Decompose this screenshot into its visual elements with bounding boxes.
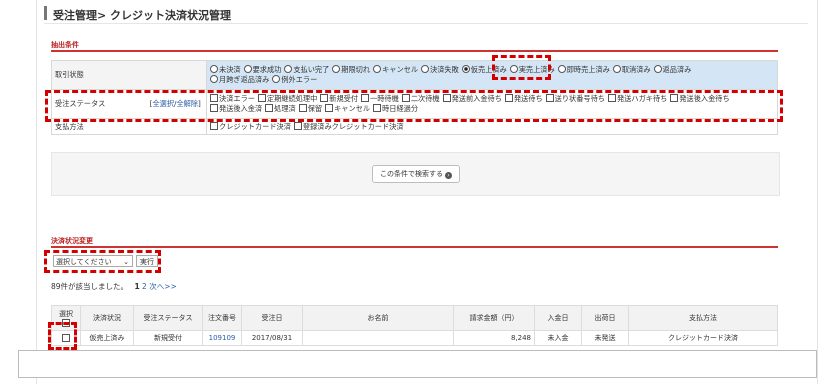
status-option-label: 支払い完了 [293,65,330,74]
status-option[interactable]: 未決済 [210,65,241,74]
header-payment-method: 支払方法 [628,305,778,331]
header-ship-date: 出荷日 [581,305,629,331]
radio-button[interactable] [653,65,662,73]
result-count: 89件が該当しました。 1 2 次へ>> [51,281,177,292]
status-option-label: 例外エラー [281,75,318,84]
bulk-section-divider [51,246,778,248]
highlight-row-checkbox [48,322,77,350]
bulk-section-label: 決済状況変更 [51,237,93,245]
status-option-label: キャンセル [382,65,419,74]
radio-button[interactable] [210,75,218,83]
status-option[interactable]: キャンセル [373,65,418,74]
status-option-label: 期限切れ [341,65,371,74]
payment-option[interactable]: 登録済みクレジットカード決済 [293,121,404,131]
radio-button[interactable] [421,65,430,73]
status-option[interactable]: 月跨ぎ返品済み [210,75,269,84]
header-select-label: 選択 [59,309,73,318]
arrow-right-circle-icon: › [445,172,452,179]
status-option-label: 月跨ぎ返品済み [219,75,270,84]
status-option-label: 決済失敗 [430,65,459,74]
status-option-label: 要求成功 [252,65,282,74]
header-payment-status: 決済状況 [80,305,134,331]
status-option[interactable]: 例外エラー [272,75,317,84]
radio-button[interactable] [461,65,470,73]
page-title: 受注管理> クレジット決済状況管理 [53,9,232,22]
result-count-text: 89件が該当しました。 [51,282,129,291]
cell-paid: 未入金 [534,330,582,346]
page-link-2[interactable]: 2 [142,282,147,291]
radio-button[interactable] [557,65,566,73]
cell-name [302,330,454,346]
status-option[interactable]: 期限切れ [332,65,370,74]
highlight-selected-status [492,55,551,80]
checkbox[interactable] [293,121,302,130]
status-option-label: 即時売上済み [566,65,610,74]
header-paid-date: 入金日 [534,305,582,331]
next-page-link[interactable]: 次へ>> [149,282,177,291]
page-header: 受注管理> クレジット決済状況管理 [44,3,808,24]
transaction-status-label: 取引状態 [51,60,207,90]
radio-button[interactable] [373,65,382,73]
status-option-label: 未決済 [219,65,241,74]
bottom-overlay-panel [18,350,817,378]
radio-button[interactable] [612,65,621,73]
transaction-status-row: 取引状態 未決済 要求成功 支払い完了 期限切れ キャンセル 決済失敗 仮売上済み 実売上済み… [51,60,778,90]
payment-option-label: クレジットカード決済 [219,121,291,131]
radio-button[interactable] [272,75,281,83]
results-table: 選択 決済状況 受注ステータス 注文番号 受注日 お名前 請求金額（円） 入金日… [51,305,778,346]
radio-button[interactable] [210,65,218,73]
cell-payment-status: 仮売上済み [80,330,134,346]
highlight-bulk-controls [44,250,161,273]
filter-section-divider [51,50,778,52]
payment-option-label: 登録済みクレジットカード決済 [302,121,404,131]
table-row: 仮売上済み 新規受付 109109 2017/08/31 8,248 未入金 未… [51,330,778,346]
status-option[interactable]: 決済失敗 [421,65,459,74]
header-order-status: 受注ステータス [133,305,203,331]
filter-section-label: 抽出条件 [51,41,79,49]
cell-order-status: 新規受付 [133,330,203,346]
search-area: この条件で検索する › [51,152,780,196]
header-order-no: 注文番号 [202,305,242,331]
header-name: お名前 [302,305,454,331]
cell-amount: 8,248 [453,330,535,346]
order-number-link[interactable]: 109109 [202,330,242,346]
cell-shipped: 未発送 [581,330,629,346]
radio-button[interactable] [284,65,293,73]
results-header-row: 選択 決済状況 受注ステータス 注文番号 受注日 お名前 請求金額（円） 入金日… [51,305,778,331]
status-option[interactable]: 返品済み [653,65,692,74]
status-option[interactable]: 即時売上済み [557,65,610,74]
page-current: 1 [134,282,140,291]
status-option[interactable]: 支払い完了 [284,65,329,74]
search-button-label: この条件で検索する [380,170,443,178]
highlight-order-status-row [45,90,783,122]
header-order-date: 受注日 [241,305,303,331]
status-option[interactable]: 要求成功 [243,65,282,74]
radio-button[interactable] [243,65,252,73]
status-option-label: 返品済み [662,65,692,74]
header-amount: 請求金額（円） [453,305,535,331]
status-option[interactable]: 取消済み [612,65,651,74]
status-option-label: 取消済み [621,65,651,74]
radio-button[interactable] [332,65,341,73]
payment-option[interactable]: クレジットカード決済 [210,121,291,131]
search-button[interactable]: この条件で検索する › [372,165,460,183]
cell-order-date: 2017/08/31 [241,330,303,346]
checkbox[interactable] [210,121,218,130]
title-accent-bar [44,6,47,20]
cell-payment-method: クレジットカード決済 [628,330,778,346]
